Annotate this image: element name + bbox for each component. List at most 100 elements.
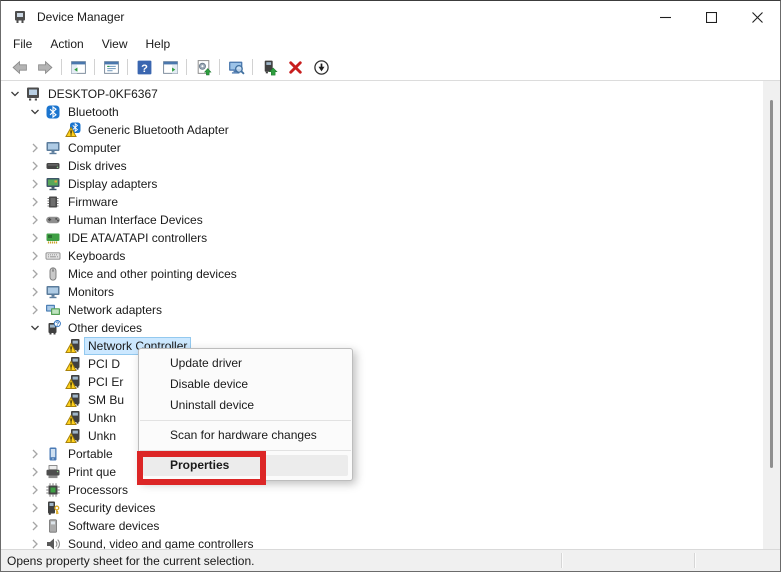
portable-device-icon bbox=[45, 446, 63, 462]
forward-button[interactable] bbox=[32, 56, 58, 78]
show-console-tree-button[interactable] bbox=[65, 56, 91, 78]
back-button[interactable] bbox=[6, 56, 32, 78]
menu-view[interactable]: View bbox=[93, 35, 137, 53]
tree-item-firmware[interactable]: Firmware bbox=[1, 193, 763, 211]
chevron-down-icon[interactable] bbox=[27, 104, 45, 120]
context-menu-item-uninstall-device[interactable]: Uninstall device bbox=[143, 395, 348, 416]
minimize-icon bbox=[659, 16, 671, 18]
software-device-icon bbox=[45, 518, 63, 534]
chevron-right-icon[interactable] bbox=[27, 266, 45, 282]
chevron-down-icon[interactable] bbox=[7, 86, 25, 102]
tree-item-security-devices[interactable]: Security devices bbox=[1, 499, 763, 517]
window-title: Device Manager bbox=[37, 10, 125, 24]
context-menu-item-scan-for-hardware-changes[interactable]: Scan for hardware changes bbox=[143, 425, 348, 446]
device-warning-icon bbox=[65, 356, 83, 372]
toolbar-separator bbox=[94, 59, 95, 75]
statusbar-separator bbox=[561, 553, 562, 568]
toolbar-separator bbox=[61, 59, 62, 75]
tree-item-network-adapters[interactable]: Network adapters bbox=[1, 301, 763, 319]
tree-item-software-devices[interactable]: Software devices bbox=[1, 517, 763, 535]
tree-item-network-controller[interactable]: Network Controller bbox=[1, 337, 763, 355]
scrollbar-thumb[interactable] bbox=[770, 100, 773, 468]
chevron-down-icon[interactable] bbox=[27, 320, 45, 336]
help-button[interactable] bbox=[131, 56, 157, 78]
maximize-button[interactable] bbox=[688, 1, 734, 33]
chevron-right-icon[interactable] bbox=[27, 248, 45, 264]
tree-item-display-adapters[interactable]: Display adapters bbox=[1, 175, 763, 193]
scan-hardware-changes-button[interactable] bbox=[223, 56, 249, 78]
display-adapter-icon bbox=[45, 176, 63, 192]
close-icon bbox=[751, 11, 763, 23]
uninstall-device-button[interactable] bbox=[282, 56, 308, 78]
tree-item-portable-devices[interactable]: Portable bbox=[1, 445, 763, 463]
tree-item-sm-bus[interactable]: SM Bu bbox=[1, 391, 763, 409]
tree-item-bluetooth[interactable]: Bluetooth bbox=[1, 103, 763, 121]
device-warning-icon bbox=[65, 338, 83, 354]
update-driver-button[interactable] bbox=[190, 56, 216, 78]
tree-item-unknown-device[interactable]: Unkn bbox=[1, 409, 763, 427]
forward-arrow-icon bbox=[37, 59, 54, 76]
sound-icon bbox=[45, 536, 63, 549]
tree-item-mice[interactable]: Mice and other pointing devices bbox=[1, 265, 763, 283]
properties-list-icon bbox=[103, 59, 120, 76]
bluetooth-icon bbox=[45, 104, 63, 120]
tree-item-generic-bluetooth-adapter[interactable]: Generic Bluetooth Adapter bbox=[1, 121, 763, 139]
tree-item-ide-ata-atapi-controllers[interactable]: IDE ATA/ATAPI controllers bbox=[1, 229, 763, 247]
tree-item-print-queues[interactable]: Print que bbox=[1, 463, 763, 481]
tree-item-other-devices[interactable]: Other devices bbox=[1, 319, 763, 337]
device-warning-icon bbox=[65, 410, 83, 426]
menu-bar: File Action View Help bbox=[1, 33, 780, 54]
show-action-pane-icon bbox=[162, 59, 179, 76]
chevron-right-icon[interactable] bbox=[27, 536, 45, 549]
uninstall-device-icon bbox=[287, 59, 304, 76]
menu-file[interactable]: File bbox=[4, 35, 41, 53]
tree-item-disk-drives[interactable]: Disk drives bbox=[1, 157, 763, 175]
show-action-pane-button[interactable] bbox=[157, 56, 183, 78]
chevron-right-icon[interactable] bbox=[27, 140, 45, 156]
chevron-right-icon[interactable] bbox=[27, 284, 45, 300]
tree-item-monitors[interactable]: Monitors bbox=[1, 283, 763, 301]
tree-item-pci-device-2[interactable]: PCI Er bbox=[1, 373, 763, 391]
chevron-right-icon[interactable] bbox=[27, 518, 45, 534]
device-warning-icon bbox=[65, 374, 83, 390]
tree-item-keyboards[interactable]: Keyboards bbox=[1, 247, 763, 265]
tree-item-pci-device[interactable]: PCI D bbox=[1, 355, 763, 373]
chevron-right-icon[interactable] bbox=[27, 500, 45, 516]
context-menu-item-disable-device[interactable]: Disable device bbox=[143, 374, 348, 395]
context-menu-item-update-driver[interactable]: Update driver bbox=[143, 353, 348, 374]
unknown-device-category-icon bbox=[45, 320, 63, 336]
menu-help[interactable]: Help bbox=[137, 35, 180, 53]
close-button[interactable] bbox=[734, 1, 780, 33]
ide-controller-icon bbox=[45, 230, 63, 246]
tree-item-computer[interactable]: Computer bbox=[1, 139, 763, 157]
vertical-scrollbar[interactable] bbox=[763, 81, 780, 549]
device-warning-icon bbox=[65, 428, 83, 444]
chevron-right-icon[interactable] bbox=[27, 482, 45, 498]
back-arrow-icon bbox=[11, 59, 28, 76]
properties-toolbar-button[interactable] bbox=[98, 56, 124, 78]
disable-device-button[interactable] bbox=[308, 56, 334, 78]
tree-item-processors[interactable]: Processors bbox=[1, 481, 763, 499]
chevron-right-icon[interactable] bbox=[27, 212, 45, 228]
chevron-right-icon[interactable] bbox=[27, 158, 45, 174]
printer-icon bbox=[45, 464, 63, 480]
chevron-right-icon[interactable] bbox=[27, 302, 45, 318]
chevron-right-icon[interactable] bbox=[27, 464, 45, 480]
tree-item-desktop-0kf6367[interactable]: DESKTOP-0KF6367 bbox=[1, 85, 763, 103]
device-tree: DESKTOP-0KF6367 Bluetooth Generic Blueto… bbox=[1, 85, 763, 549]
chevron-right-icon[interactable] bbox=[27, 446, 45, 462]
chevron-right-icon[interactable] bbox=[27, 230, 45, 246]
minimize-button[interactable] bbox=[642, 1, 688, 33]
tree-item-human-interface-devices[interactable]: Human Interface Devices bbox=[1, 211, 763, 229]
update-device-drivers-button[interactable] bbox=[256, 56, 282, 78]
menu-action[interactable]: Action bbox=[41, 35, 92, 53]
chevron-right-icon[interactable] bbox=[27, 176, 45, 192]
tree-item-sound-video-game-controllers[interactable]: Sound, video and game controllers bbox=[1, 535, 763, 549]
device-manager-app-icon bbox=[15, 11, 25, 23]
chevron-right-icon[interactable] bbox=[27, 194, 45, 210]
tree-item-unknown-device-2[interactable]: Unkn bbox=[1, 427, 763, 445]
